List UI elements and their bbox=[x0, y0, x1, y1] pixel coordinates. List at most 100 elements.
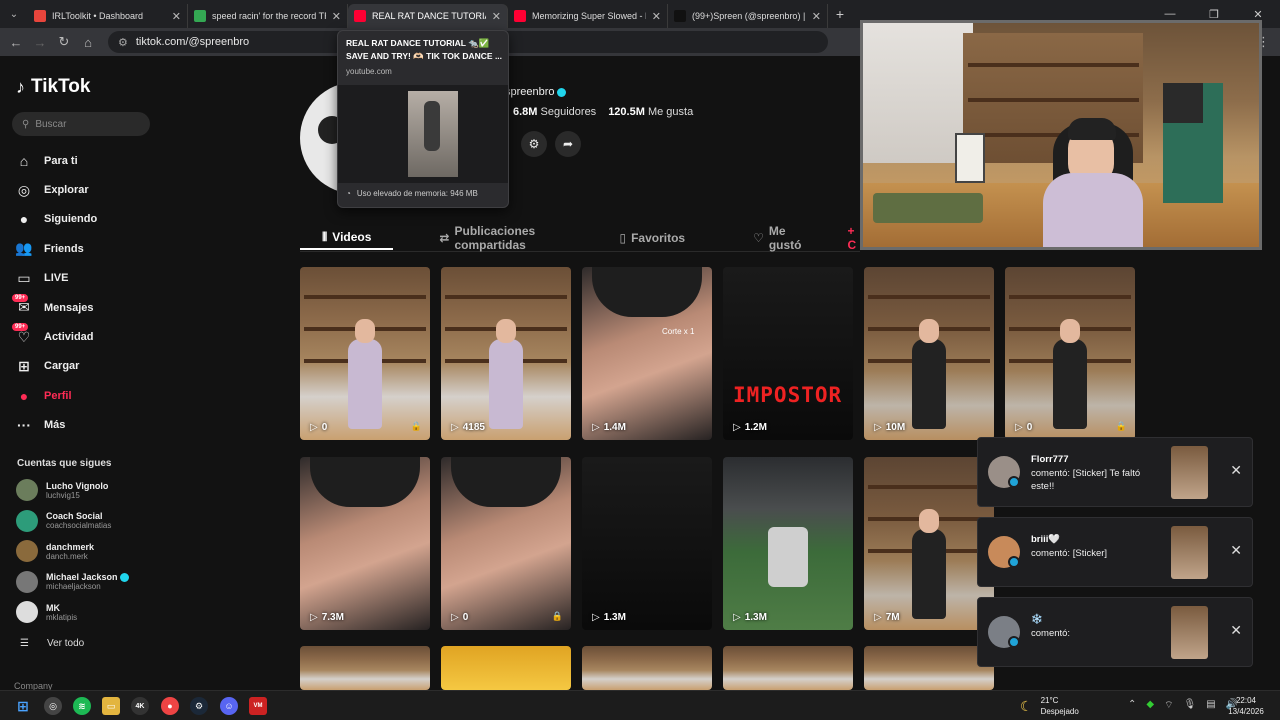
video-thumbnail[interactable]: ▷ 1.3M bbox=[582, 457, 712, 630]
browser-tab[interactable]: Memorizing Super Slowed - DJ ✕ bbox=[508, 4, 668, 28]
sidebar-item-cargar[interactable]: ⊞ Cargar bbox=[14, 352, 97, 381]
comment-notification[interactable]: Florr777 comentó: [Sticker] Te faltó este… bbox=[977, 437, 1253, 507]
notification-video-thumbnail[interactable] bbox=[1171, 526, 1208, 579]
tab-close-icon[interactable]: ✕ bbox=[652, 10, 661, 23]
site-info-icon[interactable]: ⚙ bbox=[118, 36, 128, 49]
notification-video-thumbnail[interactable] bbox=[1171, 446, 1208, 499]
weather-widget[interactable]: ☾ 21°C Despejado bbox=[1020, 695, 1079, 717]
reload-icon[interactable]: ↻ bbox=[52, 34, 76, 50]
close-icon[interactable]: ✕ bbox=[1230, 622, 1242, 639]
sidebar-item-para-ti[interactable]: ⌂ Para ti bbox=[14, 146, 97, 175]
windows-start-icon[interactable]: ⊞ bbox=[14, 697, 32, 715]
sidebar-item-perfil[interactable]: ● Perfil bbox=[14, 381, 97, 410]
tray-chevron-icon[interactable]: ⌃ bbox=[1128, 699, 1136, 712]
clock[interactable]: 22:04 13/4/2026 bbox=[1220, 695, 1272, 717]
steam-icon[interactable]: ⚙ bbox=[190, 697, 208, 715]
settings-icon[interactable]: ⚙ bbox=[521, 131, 547, 157]
video-thumbnail[interactable]: Corte x 1 ▷ 1.4M bbox=[582, 267, 712, 440]
video-thumbnail[interactable]: ▷ 7.3M bbox=[300, 457, 430, 630]
spotify-icon[interactable]: ≋ bbox=[73, 697, 91, 715]
sidebar-item-explorar[interactable]: ◎ Explorar bbox=[14, 175, 97, 204]
comment-notification[interactable]: ❄️ comentó: ✕ bbox=[977, 597, 1253, 667]
sidebar-item-actividad[interactable]: ♡ 99+ Actividad bbox=[12, 322, 97, 351]
notification-video-thumbnail[interactable] bbox=[1171, 606, 1208, 659]
avatar bbox=[16, 570, 38, 593]
home-page-icon[interactable]: ⌂ bbox=[76, 35, 100, 50]
sidebar-item-label: Actividad bbox=[44, 331, 94, 344]
tab-close-icon[interactable]: ✕ bbox=[172, 10, 181, 23]
tab-search-icon[interactable]: ⌄ bbox=[0, 0, 28, 28]
sidebar-item-siguiendo[interactable]: ● Siguiendo bbox=[14, 205, 97, 234]
tab-bookmark[interactable]: ▯ Favoritos bbox=[597, 226, 707, 250]
tab-repost[interactable]: ⇄ Publicaciones compartidas bbox=[417, 224, 573, 252]
video-thumbnail[interactable]: ▷ 0 🔒 bbox=[300, 267, 430, 440]
tab-close-icon[interactable]: ✕ bbox=[812, 10, 821, 23]
video-thumbnail[interactable]: ▷ 7M bbox=[864, 457, 994, 630]
video-thumbnail[interactable] bbox=[864, 646, 994, 690]
video-thumbnail[interactable]: ▷ 1.3M bbox=[723, 457, 853, 630]
sidebar-item-live[interactable]: ▭ LIVE bbox=[14, 264, 97, 293]
forward-icon[interactable]: → bbox=[28, 35, 52, 50]
new-tab-button[interactable]: + bbox=[828, 6, 852, 22]
search-icon: ⚲ bbox=[22, 118, 30, 130]
sidebar-item-mensajes[interactable]: ✉ 99+ Mensajes bbox=[12, 293, 97, 322]
followers-label[interactable]: Seguidores bbox=[541, 106, 597, 118]
video-thumbnail[interactable] bbox=[441, 646, 571, 690]
notification-badge: 99+ bbox=[12, 323, 29, 332]
followed-account[interactable]: danchmerk danch.merk bbox=[16, 540, 94, 562]
tab-title: IRLToolkit • Dashboard bbox=[52, 11, 144, 21]
comment-notification[interactable]: briii🤍 comentó: [Sticker] ✕ bbox=[977, 517, 1253, 587]
sidebar-item-friends[interactable]: 👥 Friends bbox=[14, 234, 97, 263]
browser-tab[interactable]: REAL RAT DANCE TUTORIAL 🐀 ✕ bbox=[348, 4, 508, 28]
video-thumbnail[interactable]: ▷ 0 🔒 bbox=[441, 457, 571, 630]
company-link[interactable]: Company bbox=[14, 681, 53, 690]
app-icon[interactable]: ◎ bbox=[44, 697, 62, 715]
close-icon[interactable]: ✕ bbox=[1230, 542, 1242, 559]
compass-icon: ◎ bbox=[17, 181, 31, 198]
see-all-link[interactable]: ☰ Ver todo bbox=[20, 638, 84, 649]
mic-icon[interactable]: 🎙 bbox=[1184, 699, 1197, 712]
video-thumbnail[interactable] bbox=[723, 646, 853, 690]
video-thumbnail[interactable] bbox=[582, 646, 712, 690]
tab-favicon-icon bbox=[354, 10, 366, 22]
discord-icon[interactable]: ☺ bbox=[220, 697, 238, 715]
sidebar-item-más[interactable]: ··· Más bbox=[14, 411, 97, 440]
tab-plus[interactable]: + C bbox=[848, 224, 861, 252]
video-thumbnail[interactable]: IMPOSTOR ▷ 1.2M bbox=[723, 267, 853, 440]
close-icon[interactable]: ✕ bbox=[1230, 462, 1242, 479]
voicemod-icon[interactable]: VM bbox=[249, 697, 267, 715]
tab-liked[interactable]: ♡ Me gustó bbox=[731, 224, 823, 252]
view-count: ▷ 1.2M bbox=[733, 422, 767, 433]
messages-icon: ✉ 99+ bbox=[12, 293, 34, 318]
video-thumbnail[interactable]: ▷ 10M bbox=[864, 267, 994, 440]
network-icon[interactable]: ▤ bbox=[1206, 699, 1215, 712]
view-count-text: 1.2M bbox=[744, 422, 767, 433]
shield-icon[interactable]: ◆ bbox=[1146, 699, 1154, 712]
share-icon[interactable]: ➦ bbox=[555, 131, 581, 157]
tab-close-icon[interactable]: ✕ bbox=[332, 10, 341, 23]
video-thumbnail[interactable]: ▷ 4185 bbox=[441, 267, 571, 440]
video-thumbnail[interactable]: ▷ 0 🔒 bbox=[1005, 267, 1135, 440]
profile-username: spreenbro bbox=[505, 86, 566, 98]
followed-account[interactable]: Lucho Vignolo luchvig15 bbox=[16, 479, 108, 501]
browser-tab[interactable]: (99+)Spreen (@spreenbro) | Tik ✕ bbox=[668, 4, 828, 28]
search-input[interactable]: ⚲ Buscar bbox=[12, 112, 150, 136]
wifi-icon[interactable]: ⌔ bbox=[1164, 699, 1173, 712]
tab-close-icon[interactable]: ✕ bbox=[492, 10, 501, 23]
4k-app-icon[interactable]: 4K bbox=[131, 697, 149, 715]
play-icon: ▷ bbox=[310, 612, 318, 623]
back-icon[interactable]: ← bbox=[4, 35, 28, 50]
memory-usage: ◔ Uso elevado de memoria: 946 MB bbox=[346, 189, 478, 198]
followed-account[interactable]: Coach Social coachsocialmatias bbox=[16, 509, 111, 532]
tiktok-logo[interactable]: ♪ TikTok bbox=[16, 76, 90, 98]
chrome-icon[interactable]: ● bbox=[161, 697, 179, 715]
followed-account[interactable]: Michael Jackson michaeljackson bbox=[16, 570, 129, 593]
play-icon: ▷ bbox=[451, 422, 459, 433]
file-explorer-icon[interactable]: ▭ bbox=[102, 697, 120, 715]
video-thumbnail[interactable] bbox=[300, 646, 430, 690]
browser-tab[interactable]: speed racin' for the record TRA ✕ bbox=[188, 4, 348, 28]
browser-tab[interactable]: IRLToolkit • Dashboard ✕ bbox=[28, 4, 188, 28]
view-count: ▷ 0 bbox=[310, 422, 327, 433]
followed-account[interactable]: MK mklatipis bbox=[16, 601, 77, 623]
tab-grid[interactable]: ⦀ Videos bbox=[300, 226, 394, 250]
